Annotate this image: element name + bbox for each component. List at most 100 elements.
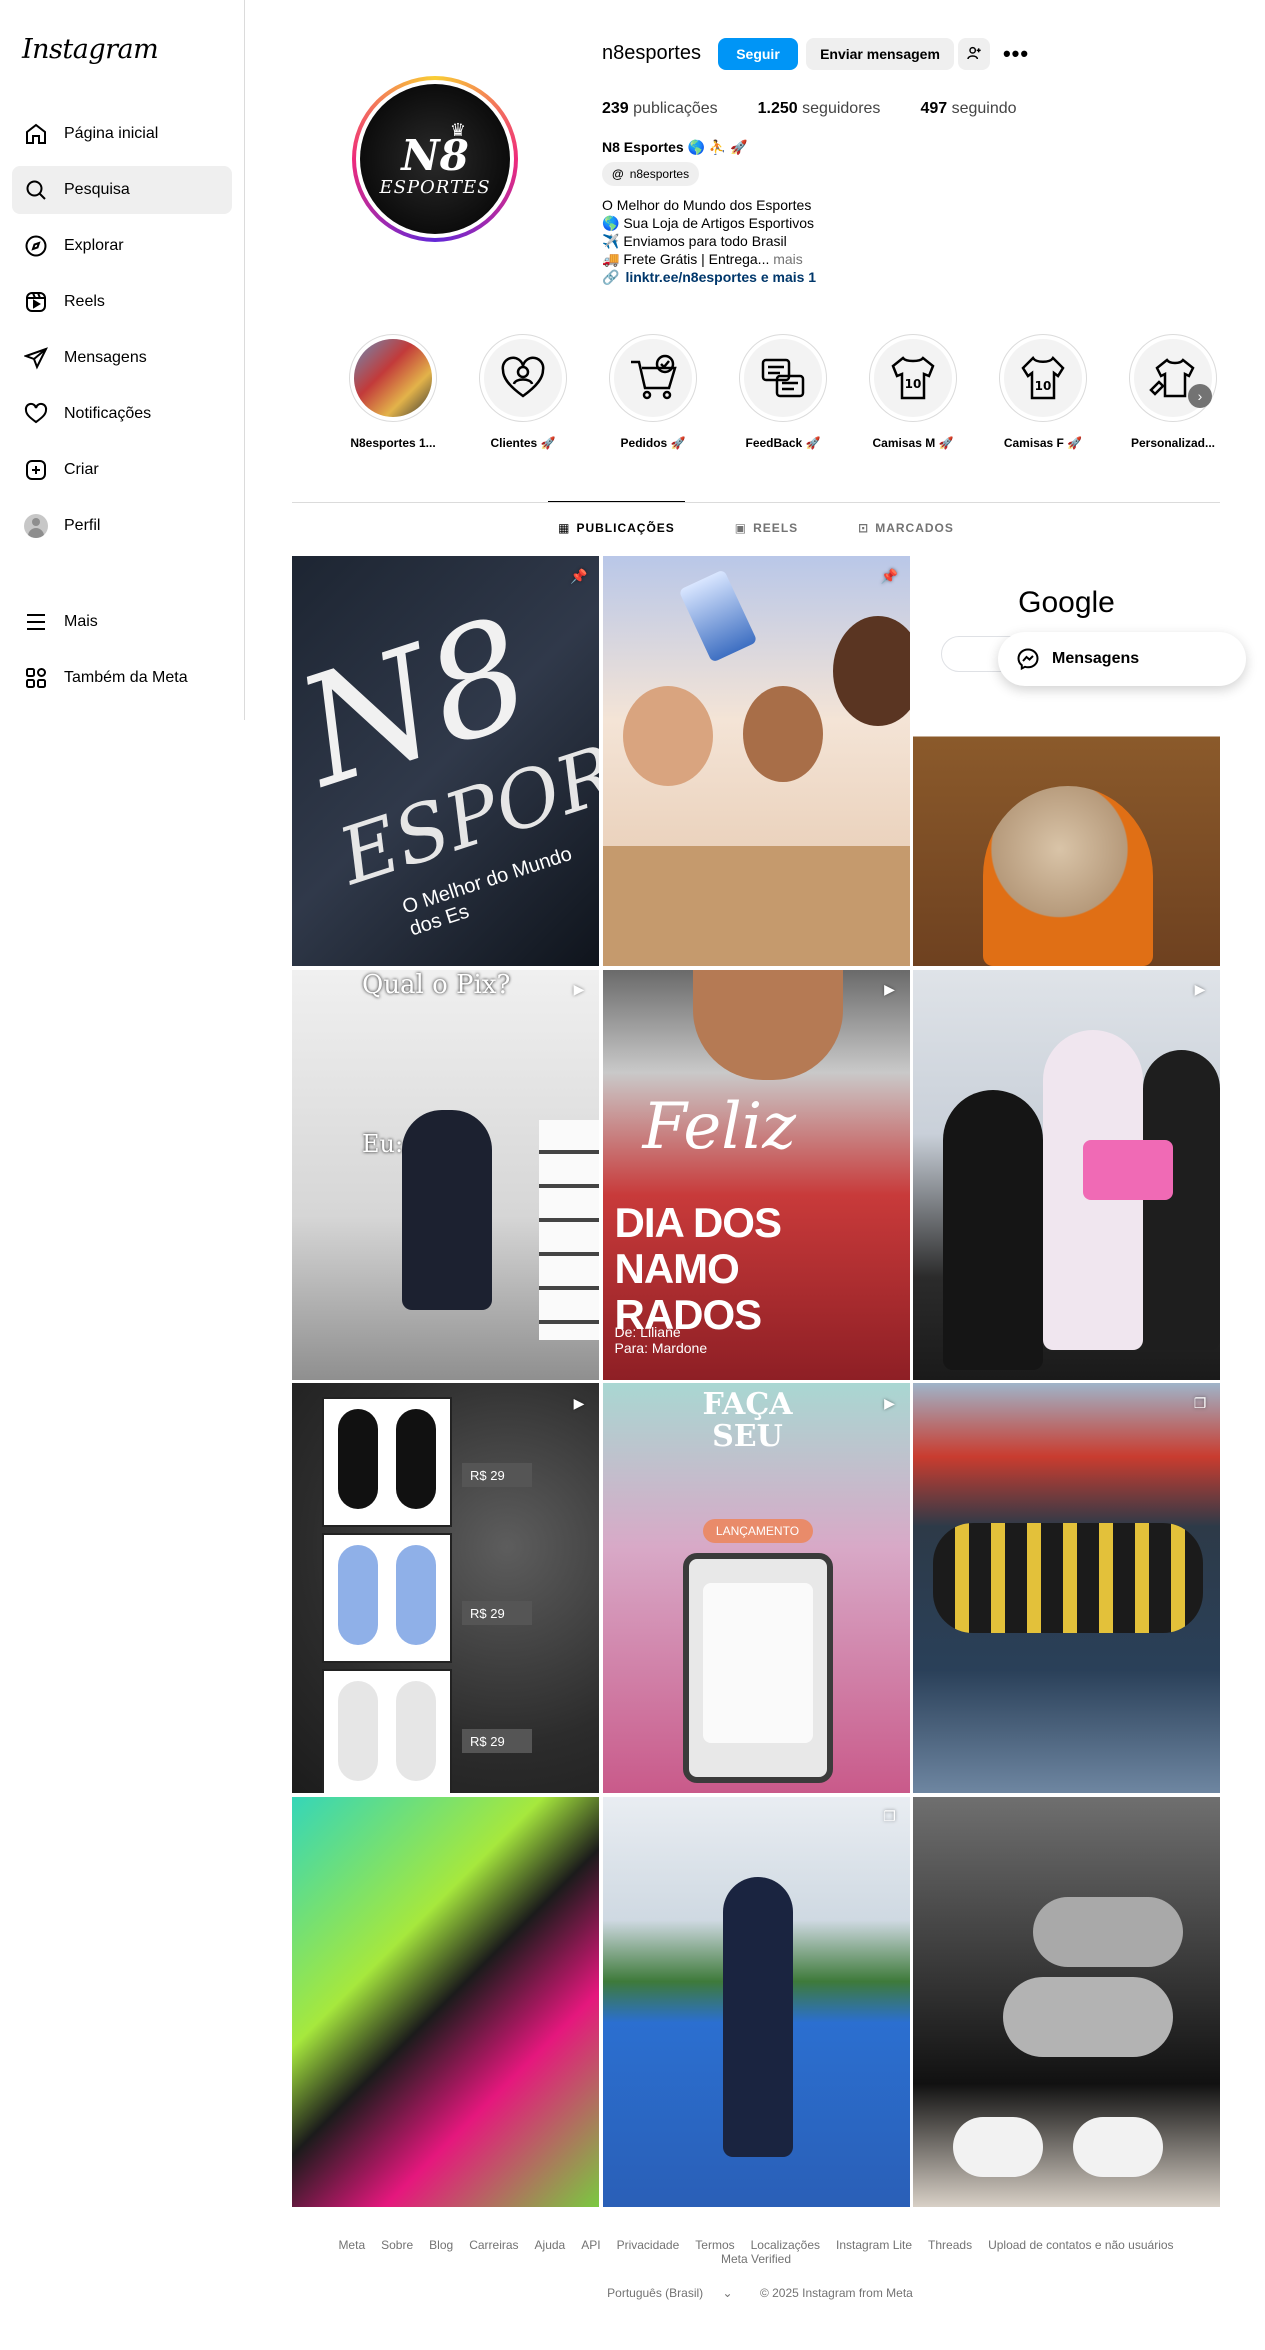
bio-more-link[interactable]: mais <box>773 251 803 267</box>
footer-link[interactable]: Privacidade <box>617 2238 680 2252</box>
highlight-item[interactable]: FeedBack 🚀 <box>718 334 848 450</box>
pinned-icon: 📌 <box>570 567 588 584</box>
sidebar-item-label: Pesquisa <box>64 181 130 198</box>
post-tile[interactable] <box>292 1796 599 2207</box>
footer-link[interactable]: Instagram Lite <box>836 2238 912 2252</box>
reels-icon <box>24 290 48 314</box>
post-tile[interactable]: Qual o Pix? Eu: ▶ <box>292 969 599 1380</box>
footer-link[interactable]: Sobre <box>381 2238 413 2252</box>
svg-text:10: 10 <box>905 377 922 391</box>
footer-link[interactable]: Threads <box>928 2238 972 2252</box>
language-selector[interactable]: Português (Brasil) ⌄ <box>599 2286 740 2300</box>
profile-picture[interactable]: ♛ N8 ESPORTES <box>352 76 518 242</box>
post-tile[interactable]: FAÇA SEU LANÇAMENTO ▶ <box>602 1383 910 1793</box>
sidebar-item-explore[interactable]: Explorar <box>12 222 232 270</box>
suggested-users-button[interactable] <box>958 38 990 70</box>
sidebar-item-create[interactable]: Criar <box>12 446 232 494</box>
pug-image <box>983 786 1153 966</box>
followers-count[interactable]: 1.250 seguidores <box>758 100 881 118</box>
footer-link[interactable]: Localizações <box>751 2238 820 2252</box>
profile-stats: 239 publicações 1.250 seguidores 497 seg… <box>602 100 1057 118</box>
tab-reels[interactable]: ▣ REELS <box>735 502 798 554</box>
cart-icon <box>614 339 692 417</box>
sidebar-item-label: Também da Meta <box>64 669 188 686</box>
post-tile[interactable]: Feliz DIA DOS NAMO RADOS De: Liliane Par… <box>602 969 910 1380</box>
sidebar-item-label: Mensagens <box>64 349 147 366</box>
post-tile[interactable] <box>913 1796 1220 2207</box>
post-tile[interactable]: 📌 <box>602 556 910 966</box>
messages-floating-button[interactable]: Mensagens <box>998 632 1246 686</box>
highlight-item[interactable]: Pedidos 🚀 <box>588 334 718 450</box>
tab-posts[interactable]: ▦ PUBLICAÇÕES <box>548 501 685 554</box>
profile-bio: N8 Esportes 🌎 ⛹️ 🚀 @ n8esportes O Melhor… <box>602 138 962 286</box>
profile-tabs: ▦ PUBLICAÇÕES ▣ REELS ⊡ MARCADOS <box>292 501 1220 554</box>
sidebar-item-reels[interactable]: Reels <box>12 278 232 326</box>
n8-logo: ♛ N8 ESPORTES <box>360 84 510 234</box>
highlight-item[interactable]: 10 Camisas M 🚀 <box>848 334 978 450</box>
footer-link[interactable]: Carreiras <box>469 2238 518 2252</box>
search-icon <box>24 178 48 202</box>
sidebar-item-label: Reels <box>64 293 105 310</box>
bio-link[interactable]: 🔗 linktr.ee/n8esportes e mais 1 <box>602 268 962 286</box>
follow-button[interactable]: Seguir <box>718 38 798 70</box>
shirt-icon: 10 <box>1004 339 1082 417</box>
highlight-item[interactable]: N8esportes 1... <box>328 334 458 450</box>
heart-icon <box>24 402 48 426</box>
posts-grid: N8 ESPORTES O Melhor do Mundo dos Es 📌 📌… <box>292 556 1220 2207</box>
threads-icon: @ <box>612 167 624 181</box>
following-count[interactable]: 497 seguindo <box>920 100 1016 118</box>
footer-link[interactable]: Termos <box>695 2238 734 2252</box>
post-tile[interactable]: Google <box>913 556 1220 966</box>
sidebar-item-home[interactable]: Página inicial <box>12 110 232 158</box>
google-logo: Google <box>1018 586 1115 619</box>
highlight-item[interactable]: 10 Camisas F 🚀 <box>978 334 1108 450</box>
posts-count: 239 publicações <box>602 100 718 117</box>
add-person-icon <box>966 45 982 64</box>
pinned-icon: 📌 <box>880 567 899 584</box>
profile-username: n8esportes <box>602 42 701 64</box>
footer-link[interactable]: Upload de contatos e não usuários <box>988 2238 1173 2252</box>
footer-link[interactable]: Ajuda <box>535 2238 566 2252</box>
reel-icon: ▶ <box>573 1394 585 1411</box>
sidebar-item-also-from-meta[interactable]: Também da Meta <box>12 654 232 702</box>
bio-line: ✈️ Enviamos para todo Brasil <box>602 233 787 249</box>
post-tile[interactable]: N8 ESPORTES O Melhor do Mundo dos Es 📌 <box>292 556 599 966</box>
menu-icon <box>24 610 48 634</box>
reel-icon: ▶ <box>1194 981 1206 997</box>
more-icon: ••• <box>1002 41 1030 66</box>
sidebar-nav: Página inicial Pesquisa Explorar Reels M… <box>12 110 232 710</box>
sidebar: Instagram Página inicial Pesquisa Explor… <box>0 0 245 720</box>
sidebar-item-label: Notificações <box>64 405 152 422</box>
post-tile[interactable]: ❐ <box>913 1383 1220 1793</box>
shirt-icon: 10 <box>874 339 952 417</box>
post-tile[interactable]: ❐ <box>602 1796 910 2207</box>
instagram-logo[interactable]: Instagram <box>22 34 159 65</box>
grid-icon: ▦ <box>558 521 571 535</box>
sidebar-item-search[interactable]: Pesquisa <box>12 166 232 214</box>
more-options-button[interactable]: ••• <box>1000 38 1032 70</box>
send-message-button[interactable]: Enviar mensagem <box>806 38 954 70</box>
post-tile[interactable]: ▶ <box>913 969 1220 1380</box>
footer-link[interactable]: API <box>581 2238 600 2252</box>
highlight-item[interactable]: Clientes 🚀 <box>458 334 588 450</box>
carousel-icon: ❐ <box>883 1808 896 1824</box>
plus-square-icon <box>24 458 48 482</box>
footer-link[interactable]: Blog <box>429 2238 453 2252</box>
post-tile[interactable]: R$ 29 R$ 29 R$ 29 ▶ <box>292 1383 599 1793</box>
link-icon: 🔗 <box>602 269 620 285</box>
reel-icon: ▶ <box>884 981 895 997</box>
footer-link[interactable]: Meta <box>338 2238 365 2252</box>
sidebar-item-more[interactable]: Mais <box>12 598 232 646</box>
carousel-icon: ❐ <box>1193 1394 1207 1411</box>
sidebar-item-messages[interactable]: Mensagens <box>12 334 232 382</box>
footer-link[interactable]: Meta Verified <box>721 2252 791 2266</box>
sidebar-item-profile[interactable]: Perfil <box>12 502 232 550</box>
sidebar-item-label: Explorar <box>64 237 124 254</box>
sidebar-item-notifications[interactable]: Notificações <box>12 390 232 438</box>
tab-tagged[interactable]: ⊡ MARCADOS <box>858 502 954 554</box>
highlight-item[interactable]: Personalizad... <box>1108 334 1238 450</box>
chevron-right-icon: › <box>1197 388 1203 404</box>
highlights-next-button[interactable]: › <box>1188 384 1212 408</box>
threads-badge[interactable]: @ n8esportes <box>602 162 700 186</box>
customer-icon <box>484 339 562 417</box>
